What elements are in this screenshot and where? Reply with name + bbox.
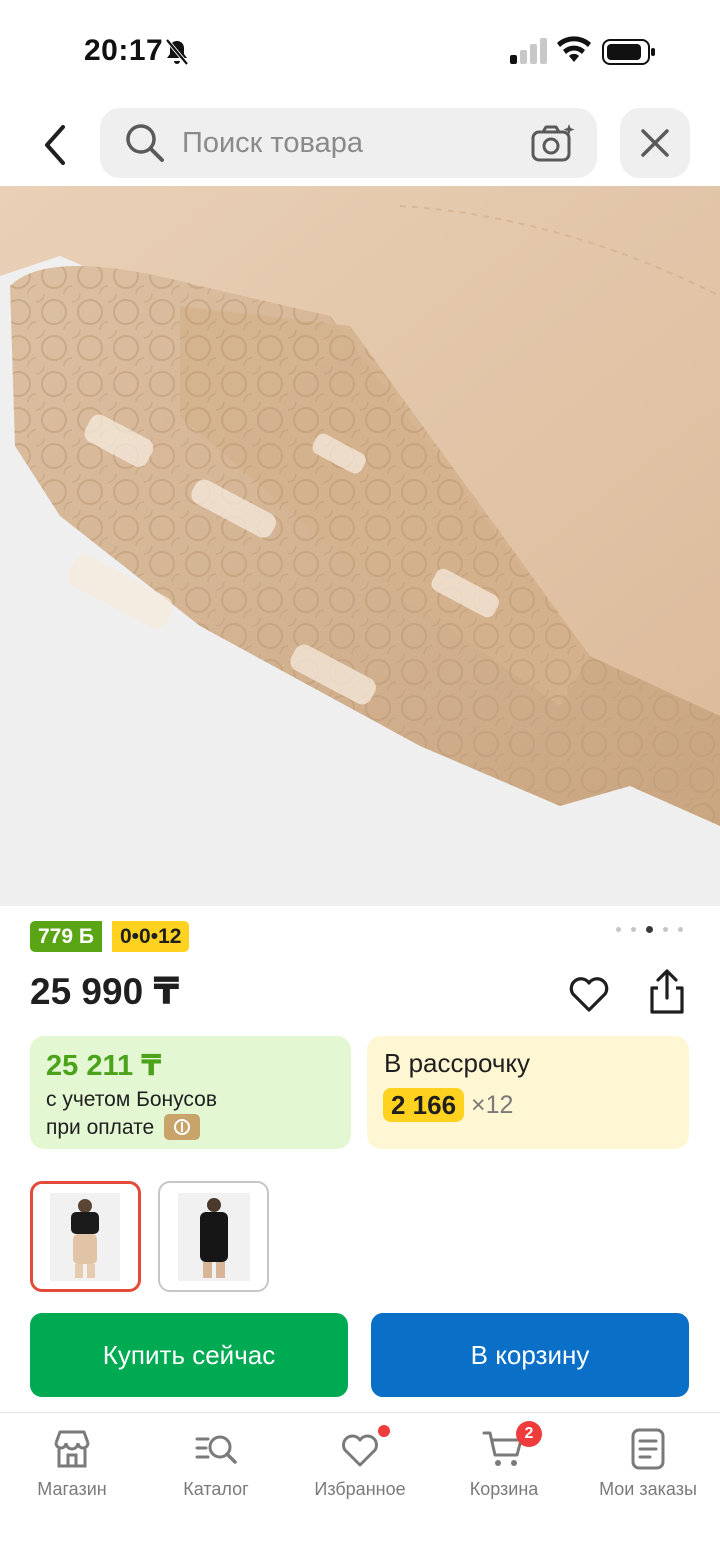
share-icon[interactable] bbox=[644, 968, 690, 1016]
bonus-price-card[interactable]: 25 211 ₸ с учетом Бонусов при оплате bbox=[30, 1036, 351, 1149]
nav-item-orders[interactable]: Мои заказы bbox=[576, 1413, 720, 1523]
bell-muted-icon bbox=[165, 38, 189, 66]
pager-dot bbox=[631, 926, 636, 932]
favorite-heart-icon[interactable] bbox=[566, 970, 612, 1016]
variant-photo bbox=[50, 1193, 120, 1281]
nav-label-catalog: Каталог bbox=[183, 1479, 249, 1499]
search-input[interactable] bbox=[182, 120, 522, 166]
variant-thumbnail-black[interactable] bbox=[158, 1181, 269, 1292]
nav-label-orders: Мои заказы bbox=[599, 1479, 697, 1499]
nav-item-cart[interactable]: 2 Корзина bbox=[432, 1413, 576, 1523]
image-pager bbox=[616, 925, 686, 933]
add-to-cart-button[interactable]: В корзину bbox=[371, 1313, 689, 1397]
nav-label-shop: Магазин bbox=[37, 1479, 107, 1499]
pager-dot bbox=[663, 926, 668, 932]
bonus-note-line1: с учетом Бонусов bbox=[46, 1088, 217, 1111]
product-price: 25 990 ₸ bbox=[30, 971, 180, 1012]
product-photo-lace-fabric bbox=[0, 186, 720, 906]
nav-item-favorites[interactable]: Избранное bbox=[288, 1413, 432, 1523]
pager-dot bbox=[678, 926, 683, 932]
product-image[interactable] bbox=[0, 186, 720, 906]
nav-label-favorites: Избранное bbox=[314, 1479, 406, 1499]
installment-monthly-amount: 2 166 bbox=[383, 1088, 465, 1122]
bottom-navigation: Магазин Каталог Избранное 2 Корзина Мои … bbox=[0, 1412, 720, 1564]
installment-badge: 0•0•12 bbox=[112, 921, 190, 952]
heart-icon bbox=[342, 1434, 378, 1467]
orders-icon bbox=[631, 1428, 665, 1470]
search-icon bbox=[126, 124, 164, 162]
close-icon bbox=[641, 129, 669, 157]
pager-dot bbox=[616, 926, 621, 932]
back-button[interactable] bbox=[30, 118, 80, 172]
installment-card[interactable]: В рассрочку 2 166 ×12 bbox=[367, 1036, 689, 1149]
pager-dot-active bbox=[646, 925, 653, 933]
wifi-icon bbox=[557, 36, 591, 62]
camera-search-icon[interactable] bbox=[530, 122, 576, 164]
nav-item-catalog[interactable]: Каталог bbox=[144, 1413, 288, 1523]
nav-label-cart: Корзина bbox=[469, 1479, 539, 1499]
battery-icon bbox=[602, 39, 655, 65]
variant-photo bbox=[178, 1193, 250, 1281]
status-time: 20:17 bbox=[84, 34, 164, 67]
installment-title: В рассрочку bbox=[384, 1048, 531, 1078]
variant-thumbnail-beige[interactable] bbox=[30, 1181, 141, 1292]
close-button[interactable] bbox=[620, 108, 690, 178]
search-bar[interactable] bbox=[100, 108, 597, 178]
installment-months: ×12 bbox=[471, 1091, 514, 1119]
buy-now-button[interactable]: Купить сейчас bbox=[30, 1313, 348, 1397]
payment-method-icon bbox=[164, 1114, 200, 1140]
catalog-search-icon bbox=[195, 1435, 237, 1464]
status-bar: 20:17 bbox=[0, 0, 720, 100]
cell-signal-icon bbox=[510, 38, 547, 64]
bonus-price: 25 211 ₸ bbox=[46, 1050, 162, 1082]
bonus-note-line2: при оплате bbox=[46, 1116, 155, 1139]
bonus-badge: 779 Б bbox=[30, 921, 102, 952]
nav-item-shop[interactable]: Магазин bbox=[0, 1413, 144, 1523]
store-icon bbox=[54, 1430, 90, 1468]
favorites-notification-dot bbox=[378, 1425, 390, 1437]
chevron-left-icon bbox=[45, 125, 65, 165]
cart-count-badge: 2 bbox=[516, 1421, 542, 1447]
